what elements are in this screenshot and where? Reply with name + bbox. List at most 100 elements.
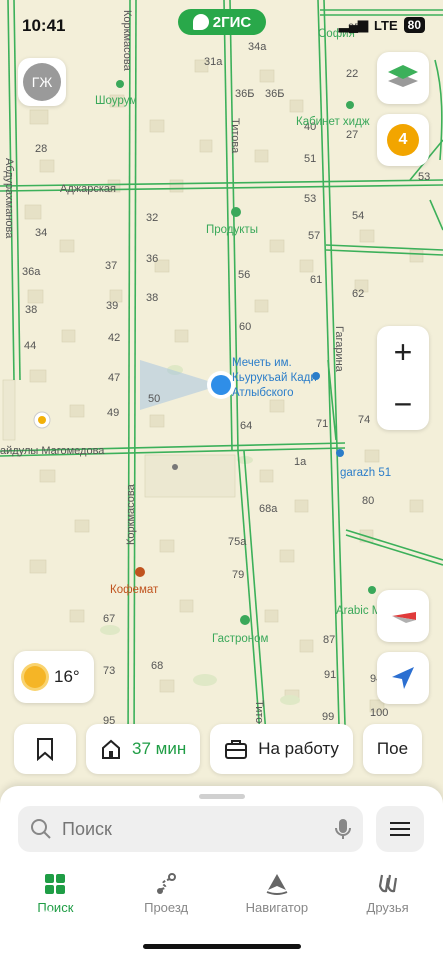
house-number: 57 (308, 230, 320, 242)
street-label: Абдурахманова (3, 158, 15, 239)
zoom-controls: + − (377, 326, 429, 430)
house-number: 73 (103, 665, 115, 677)
brand-label: 2ГИС (212, 13, 252, 31)
clock: 10:41 (22, 16, 66, 35)
house-number: 28 (35, 143, 47, 155)
house-number: 27 (346, 129, 358, 141)
house-number: 37 (105, 260, 117, 272)
house-number: 53 (304, 193, 316, 205)
battery-indicator: 80 (403, 17, 425, 33)
tab-label: Навигатор (245, 900, 309, 915)
house-number: 60 (239, 321, 251, 333)
search-bar[interactable] (18, 806, 363, 852)
navigation-arrow-icon (392, 667, 414, 689)
tab-friends[interactable]: Друзья (332, 866, 443, 926)
brand-badge[interactable]: 2ГИС (178, 9, 266, 35)
street-label: Аджарская (60, 183, 116, 195)
house-number: 100 (370, 707, 388, 719)
house-number: 74 (358, 414, 370, 426)
navigator-icon (266, 874, 288, 895)
house-number: 67 (103, 613, 115, 625)
notifications-button[interactable]: 4 (377, 114, 429, 166)
quick-chips: 37 мин На работу Пое (14, 724, 423, 774)
status-bar: 10:41 2ГИС ▂▄▆ LTE 80 (0, 0, 443, 52)
compass-icon (392, 612, 416, 623)
poi-mosque-line1: Мечеть им. (232, 357, 292, 369)
house-number: 44 (24, 340, 36, 352)
street-label: Гагарина (333, 326, 345, 373)
more-label: Пое (376, 739, 409, 758)
search-icon (31, 819, 51, 839)
route-icon (157, 873, 177, 894)
home-icon (102, 739, 120, 759)
house-number: 56 (238, 269, 250, 281)
house-number: 49 (107, 407, 119, 419)
poi-garazh: garazh 51 (340, 467, 391, 479)
street-label: Титова (229, 118, 241, 154)
notification-count-badge: 4 (387, 124, 419, 156)
grid-icon (45, 874, 66, 894)
house-number: 36а (22, 266, 41, 278)
poi-kofemat: Кофемат (110, 584, 159, 596)
tab-label: Друзья (366, 900, 409, 915)
carrier-label: LTE (374, 17, 398, 33)
sheet-handle[interactable] (199, 794, 245, 799)
briefcase-icon (225, 740, 248, 759)
logo-icon (192, 14, 209, 30)
tab-navigator[interactable]: Навигатор (222, 866, 333, 926)
house-number: 64 (240, 420, 252, 432)
house-number: 32 (146, 212, 158, 224)
my-location-dot (211, 375, 231, 395)
house-number: 34 (35, 227, 47, 239)
house-number: 68а (259, 503, 278, 515)
house-number: 54 (352, 210, 364, 222)
house-number: 1а (294, 456, 307, 468)
hamburger-icon (390, 822, 410, 836)
compass-button[interactable] (377, 590, 429, 642)
sun-icon (24, 666, 46, 688)
poi-showroom: Шоурум (95, 95, 137, 107)
status-indicators: ▂▄▆ LTE 80 (339, 17, 425, 33)
house-number: 51 (304, 153, 316, 165)
house-number: 36Б (235, 88, 254, 100)
work-route-chip[interactable]: На работу (210, 724, 353, 774)
commute-time: 37 мин (132, 739, 187, 758)
home-route-chip[interactable]: 37 мин (86, 724, 201, 774)
profile-avatar-button[interactable]: ГЖ (18, 58, 66, 106)
search-input[interactable] (62, 818, 325, 840)
house-number: 62 (352, 288, 364, 300)
house-number: 50 (148, 393, 160, 405)
house-number: 22 (346, 68, 358, 80)
more-chip[interactable]: Пое (362, 724, 423, 774)
bookmarks-chip[interactable] (14, 724, 76, 774)
plus-icon: + (393, 333, 413, 370)
weather-widget[interactable]: 16° (14, 651, 94, 703)
house-number: 79 (232, 569, 244, 581)
house-number: 91 (324, 669, 336, 681)
house-number: 36Б (265, 88, 284, 100)
app-root: Коркмасова Титова Аджарская Абдурахманов… (0, 0, 443, 960)
microphone-icon[interactable] (335, 817, 351, 841)
house-number: 53 (418, 171, 430, 183)
zoom-out-button[interactable]: − (377, 378, 429, 430)
home-indicator (143, 944, 301, 949)
work-label: На работу (258, 739, 339, 758)
house-number: 71 (316, 418, 328, 430)
bookmark-icon (37, 738, 53, 761)
menu-button[interactable] (376, 806, 424, 852)
poi-mosque-line2: Кьурукъай Кади (232, 372, 317, 384)
poi-mosque-line3: Атлыбского (232, 387, 294, 399)
house-number: 47 (108, 372, 120, 384)
avatar: ГЖ (23, 63, 61, 101)
zoom-in-button[interactable]: + (377, 326, 429, 378)
signal-icon: ▂▄▆ (338, 17, 369, 32)
map-layers-button[interactable] (377, 52, 429, 104)
watermark: Topnlab (40, 906, 139, 933)
layers-icon (388, 65, 418, 87)
house-number: 31а (204, 56, 223, 68)
house-number: 80 (362, 495, 374, 507)
house-number: 42 (108, 332, 120, 344)
house-number: 87 (323, 634, 335, 646)
my-location-button[interactable] (377, 652, 429, 704)
poi-products: Продукты (206, 224, 258, 236)
